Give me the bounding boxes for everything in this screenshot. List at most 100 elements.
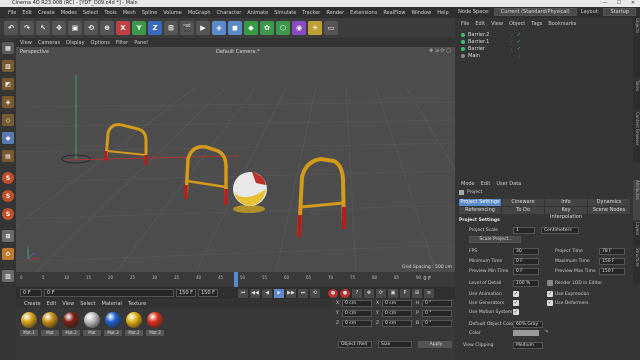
- object-menu-file[interactable]: File: [461, 21, 469, 27]
- material-item[interactable]: Mat.3: [146, 312, 164, 336]
- pla-key-icon[interactable]: ⊞: [412, 288, 422, 298]
- toolbar-button-11[interactable]: 🎬: [180, 21, 194, 35]
- material-item[interactable]: Mat.3: [104, 312, 122, 336]
- menu-item-spline[interactable]: Spline: [142, 10, 157, 16]
- menu-item-extensions[interactable]: Extensions: [350, 10, 377, 16]
- viewport-menu-panel[interactable]: Panel: [134, 40, 148, 46]
- toolbar-button-2[interactable]: ↖: [36, 21, 50, 35]
- use-motion-checkbox[interactable]: ✓: [513, 309, 519, 315]
- default-color-dropdown[interactable]: 60% Gray: [513, 321, 543, 328]
- side-tab-content-browser[interactable]: Content Browser: [633, 112, 640, 162]
- toolbar-button-10[interactable]: ⊞: [164, 21, 178, 35]
- menu-item-realflow[interactable]: RealFlow: [383, 10, 405, 16]
- toolbar-button-3[interactable]: ✥: [52, 21, 66, 35]
- go-end-icon[interactable]: ⏭: [298, 288, 308, 298]
- snap-icon[interactable]: S: [2, 172, 14, 184]
- toolbar-button-12[interactable]: ▶: [196, 21, 210, 35]
- toolbar-button-0[interactable]: ↶: [4, 21, 18, 35]
- material-menu-select[interactable]: Select: [80, 301, 95, 307]
- coord-sy-field[interactable]: 0 cm: [382, 310, 412, 317]
- minimize-button[interactable]: —: [598, 0, 612, 7]
- toolbar-button-20[interactable]: ▭: [324, 21, 338, 35]
- model-mode-icon[interactable]: ◩: [2, 78, 14, 90]
- tab-key-interpolation[interactable]: Key Interpolation: [545, 207, 588, 220]
- menu-item-volume[interactable]: Volume: [163, 10, 182, 16]
- color-swatch[interactable]: [513, 330, 539, 336]
- menu-item-file[interactable]: File: [8, 10, 16, 16]
- toolbar-button-7[interactable]: X: [116, 21, 130, 35]
- toolbar-button-17[interactable]: ⬡: [276, 21, 290, 35]
- uv-mode-icon[interactable]: ▤: [2, 150, 14, 162]
- menu-item-window[interactable]: Window: [412, 10, 432, 16]
- coord-h-field[interactable]: 0 °: [422, 300, 452, 307]
- next-frame-icon[interactable]: ▶▶: [286, 288, 296, 298]
- toolbar-button-9[interactable]: Z: [148, 21, 162, 35]
- edges-mode-icon[interactable]: ◇: [2, 114, 14, 126]
- material-item[interactable]: Mat.1: [20, 312, 38, 336]
- fps-field[interactable]: 30: [513, 248, 539, 255]
- scale-project-button[interactable]: Scale Project...: [469, 236, 521, 243]
- tab-cineware[interactable]: Cineware: [502, 199, 545, 206]
- menu-item-tracker[interactable]: Tracker: [302, 10, 320, 16]
- menu-item-mograph[interactable]: MoGraph: [188, 10, 211, 16]
- object-row[interactable]: Barrier ⋮ ✓: [461, 46, 521, 52]
- menu-item-render[interactable]: Render: [326, 10, 344, 16]
- object-row[interactable]: Main ⋮: [461, 53, 521, 59]
- material-menu-texture[interactable]: Texture: [128, 301, 146, 307]
- go-start-icon[interactable]: ⏮: [238, 288, 248, 298]
- menu-item-animate[interactable]: Animate: [247, 10, 268, 16]
- start-frame-field[interactable]: 0 F: [20, 289, 42, 297]
- coord-size-dropdown[interactable]: Size: [378, 341, 412, 348]
- checkmark-icon[interactable]: ✓: [517, 32, 521, 38]
- end-frame-field[interactable]: 150 F: [176, 289, 196, 297]
- toolbar-button-5[interactable]: ⟲: [84, 21, 98, 35]
- tab-project-settings[interactable]: Project Settings: [459, 199, 502, 206]
- menu-item-tools[interactable]: Tools: [104, 10, 116, 16]
- lod-field[interactable]: 100 %: [513, 280, 539, 287]
- material-item[interactable]: Mat: [83, 312, 101, 336]
- quantize-icon[interactable]: S: [2, 208, 14, 220]
- object-menu-object[interactable]: Object: [509, 21, 525, 27]
- menu-item-mesh[interactable]: Mesh: [123, 10, 136, 16]
- visibility-icon[interactable]: ⋮: [517, 54, 521, 59]
- autokey-icon[interactable]: ●: [340, 288, 350, 298]
- use-deformers-checkbox[interactable]: ✓: [547, 300, 553, 306]
- viewport-menu-filter[interactable]: Filter: [116, 40, 128, 46]
- object-row[interactable]: Barrier.1 ⋮ ✓: [461, 39, 521, 45]
- object-menu-view[interactable]: View: [491, 21, 503, 27]
- make-editable-icon[interactable]: ▦: [2, 42, 14, 54]
- material-menu-material[interactable]: Material: [102, 301, 122, 307]
- toolbar-button-16[interactable]: ✿: [260, 21, 274, 35]
- menu-item-character[interactable]: Character: [217, 10, 242, 16]
- coord-p-field[interactable]: 0 °: [422, 310, 452, 317]
- toolbar-button-14[interactable]: ◼: [228, 21, 242, 35]
- checkmark-icon[interactable]: ✓: [517, 46, 521, 52]
- preview-max-field[interactable]: 150 F: [599, 268, 625, 275]
- coord-b-field[interactable]: 0 °: [422, 320, 452, 327]
- use-animation-checkbox[interactable]: ✓: [513, 291, 519, 297]
- max-time-field[interactable]: 150 F: [599, 258, 625, 265]
- menu-item-modes[interactable]: Modes: [61, 10, 77, 16]
- object-menu-edit[interactable]: Edit: [475, 21, 485, 27]
- toolbar-button-6[interactable]: ⊕: [100, 21, 114, 35]
- material-menu-view[interactable]: View: [62, 301, 74, 307]
- visibility-icon[interactable]: ⋮: [510, 33, 514, 38]
- menu-item-select[interactable]: Select: [83, 10, 98, 16]
- snap-settings-icon[interactable]: S: [2, 190, 14, 202]
- workplane-icon[interactable]: ⊞: [2, 230, 14, 242]
- material-menu-create[interactable]: Create: [24, 301, 41, 307]
- maximize-button[interactable]: ☐: [612, 0, 626, 7]
- object-row[interactable]: Barrier.2 ⋮ ✓: [461, 32, 521, 38]
- coord-y-field[interactable]: 0 cm: [342, 310, 372, 317]
- project-time-field[interactable]: 78 F: [599, 248, 625, 255]
- timeline-playhead[interactable]: [234, 272, 238, 287]
- min-time-field[interactable]: 0 F: [513, 258, 539, 265]
- prev-key-icon[interactable]: ◀◀: [250, 288, 260, 298]
- viewport-menu-cameras[interactable]: Cameras: [38, 40, 60, 46]
- toolbar-button-1[interactable]: ↷: [20, 21, 34, 35]
- tab-to-do[interactable]: To Do: [502, 207, 545, 214]
- menu-item-edit[interactable]: Edit: [22, 10, 32, 16]
- toolbar-button-4[interactable]: ▣: [68, 21, 82, 35]
- project-scale-field[interactable]: 1: [513, 227, 535, 234]
- points-mode-icon[interactable]: ◈: [2, 96, 14, 108]
